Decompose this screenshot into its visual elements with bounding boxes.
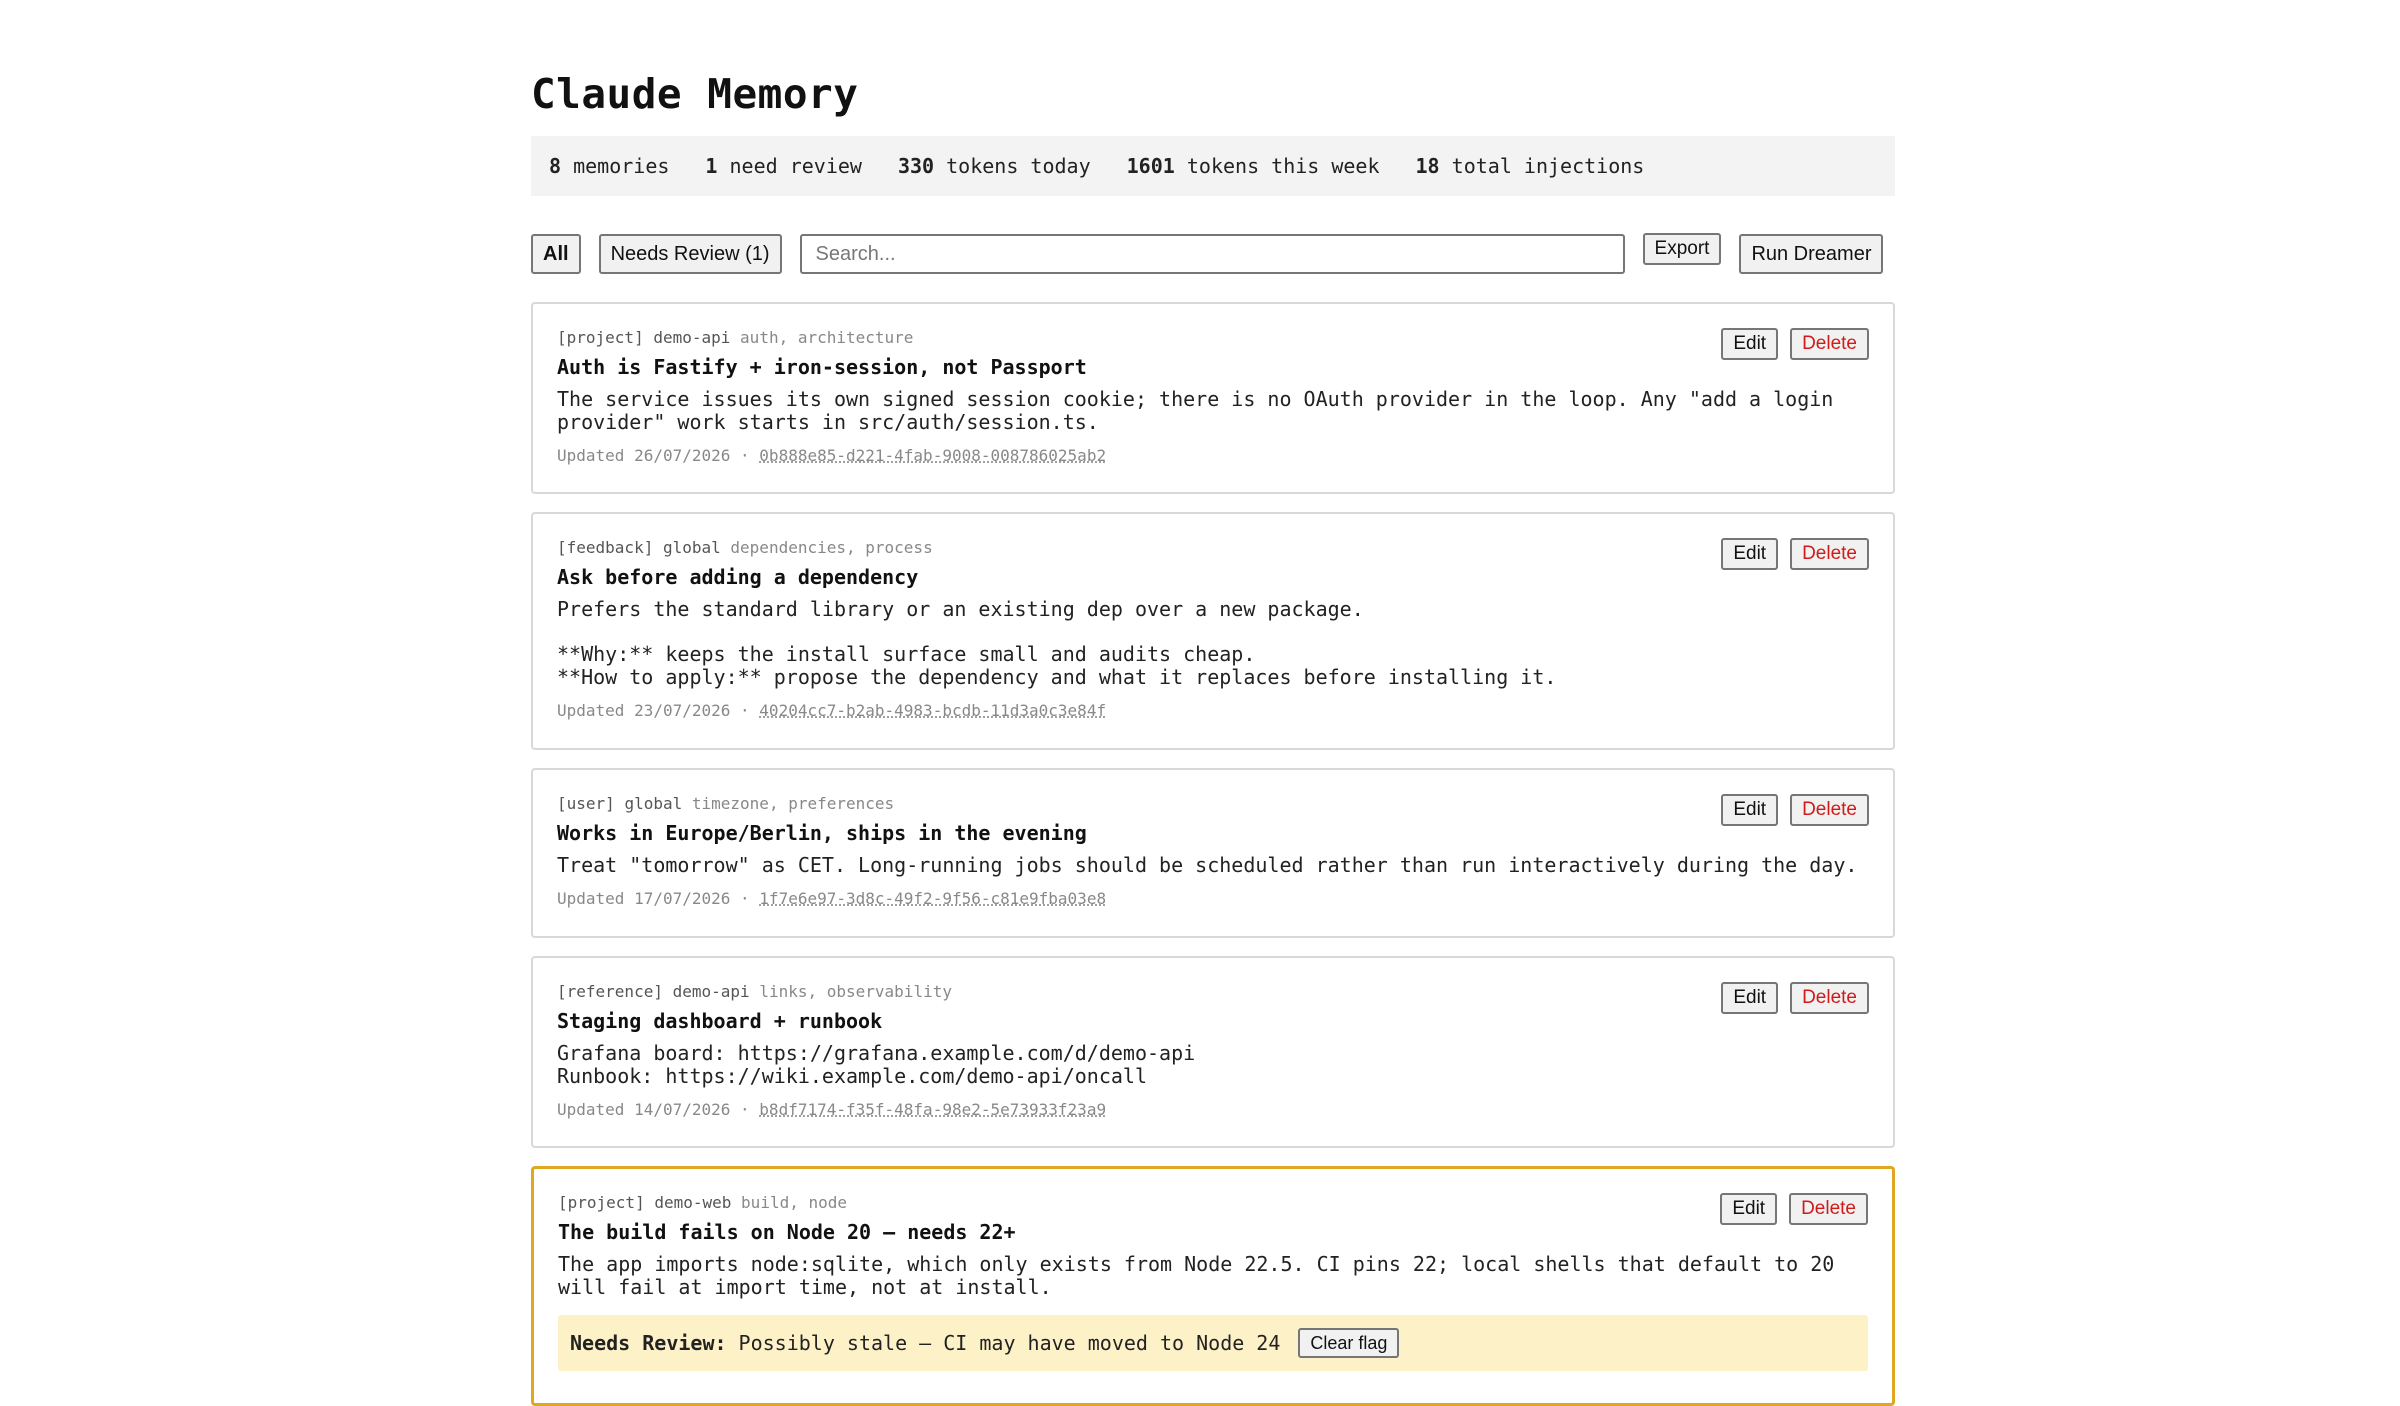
memory-updated: Updated 26/07/2026 · 0b888e85-d221-4fab-…	[557, 446, 1107, 465]
run-dreamer-button[interactable]: Run Dreamer	[1739, 234, 1884, 274]
memory-updated: Updated 17/07/2026 · 1f7e6e97-3d8c-49f2-…	[557, 889, 1107, 908]
memory-id[interactable]: 40204cc7-b2ab-4983-bcdb-11d3a0c3e84f	[759, 701, 1106, 720]
memory-title: Auth is Fastify + iron-session, not Pass…	[557, 355, 1087, 379]
export-button[interactable]: Export	[1642, 233, 1722, 265]
memory-meta: [project] demo-api auth, architecture	[557, 328, 914, 347]
edit-button[interactable]: Edit	[1721, 794, 1779, 826]
delete-button[interactable]: Delete	[1789, 1193, 1868, 1225]
filter-needs-review-button[interactable]: Needs Review (1)	[598, 234, 782, 274]
memory-body: Prefers the standard library or an exist…	[557, 597, 1557, 689]
review-text: Possibly stale — CI may have moved to No…	[738, 1331, 1281, 1355]
review-label: Needs Review:	[570, 1331, 727, 1355]
memory-updated: Updated 14/07/2026 · b8df7174-f35f-48fa-…	[557, 1100, 1107, 1119]
memory-card: [feedback] global dependencies, process …	[531, 512, 1895, 750]
memory-body: Treat "tomorrow" as CET. Long-running jo…	[557, 853, 1858, 877]
stat-memories: 8 memories	[549, 154, 670, 178]
memory-card-needs-review: [project] demo-web build, node The build…	[531, 1166, 1895, 1406]
memory-id[interactable]: 1f7e6e97-3d8c-49f2-9f56-c81e9fba03e8	[759, 889, 1106, 908]
card-actions: Edit Delete	[1721, 982, 1869, 1014]
stats-bar: 8 memories 1 need review 330 tokens toda…	[531, 136, 1895, 196]
search-input[interactable]	[799, 234, 1625, 274]
card-actions: Edit Delete	[1720, 1193, 1868, 1225]
edit-button[interactable]: Edit	[1721, 982, 1779, 1014]
memory-title: The build fails on Node 20 — needs 22+	[558, 1220, 1016, 1244]
card-actions: Edit Delete	[1721, 538, 1869, 570]
stat-tokens-today: 330 tokens today	[897, 154, 1091, 178]
stat-need-review: 1 need review	[705, 154, 862, 178]
page: Claude Memory 8 memories 1 need review 3…	[531, 0, 1895, 1406]
memory-id[interactable]: 0b888e85-d221-4fab-9008-008786025ab2	[759, 446, 1106, 465]
delete-button[interactable]: Delete	[1790, 794, 1869, 826]
memory-meta: [feedback] global dependencies, process	[557, 538, 933, 557]
card-actions: Edit Delete	[1721, 328, 1869, 360]
memory-card: [project] demo-api auth, architecture Au…	[531, 302, 1895, 494]
delete-button[interactable]: Delete	[1790, 538, 1869, 570]
delete-button[interactable]: Delete	[1790, 982, 1869, 1014]
page-title: Claude Memory	[531, 70, 859, 118]
memory-body: The app imports node:sqlite, which only …	[558, 1252, 1835, 1299]
memory-id[interactable]: b8df7174-f35f-48fa-98e2-5e73933f23a9	[759, 1100, 1106, 1119]
memory-list: [project] demo-api auth, architecture Au…	[531, 302, 1895, 1406]
memory-meta: [user] global timezone, preferences	[557, 794, 895, 813]
edit-button[interactable]: Edit	[1720, 1193, 1778, 1225]
edit-button[interactable]: Edit	[1721, 328, 1779, 360]
memory-title: Ask before adding a dependency	[557, 565, 919, 589]
memory-title: Staging dashboard + runbook	[557, 1009, 883, 1033]
card-actions: Edit Delete	[1721, 794, 1869, 826]
toolbar: All Needs Review (1) Export Run Dreamer	[531, 232, 1895, 276]
memory-title: Works in Europe/Berlin, ships in the eve…	[557, 821, 1087, 845]
stat-tokens-week: 1601 tokens this week	[1126, 154, 1380, 178]
delete-button[interactable]: Delete	[1790, 328, 1869, 360]
clear-flag-button[interactable]: Clear flag	[1298, 1328, 1400, 1358]
memory-body: Grafana board: https://grafana.example.c…	[557, 1041, 1196, 1088]
stat-total-injections: 18 total injections	[1415, 154, 1645, 178]
memory-meta: [project] demo-web build, node	[558, 1193, 848, 1212]
review-notice: Needs Review: Possibly stale — CI may ha…	[558, 1315, 1868, 1371]
filter-all-button[interactable]: All	[531, 234, 581, 274]
memory-body: The service issues its own signed sessio…	[557, 387, 1834, 434]
memory-card: [reference] demo-api links, observabilit…	[531, 956, 1895, 1148]
edit-button[interactable]: Edit	[1721, 538, 1779, 570]
memory-card: [user] global timezone, preferences Work…	[531, 768, 1895, 938]
memory-meta: [reference] demo-api links, observabilit…	[557, 982, 952, 1001]
memory-updated: Updated 23/07/2026 · 40204cc7-b2ab-4983-…	[557, 701, 1107, 720]
